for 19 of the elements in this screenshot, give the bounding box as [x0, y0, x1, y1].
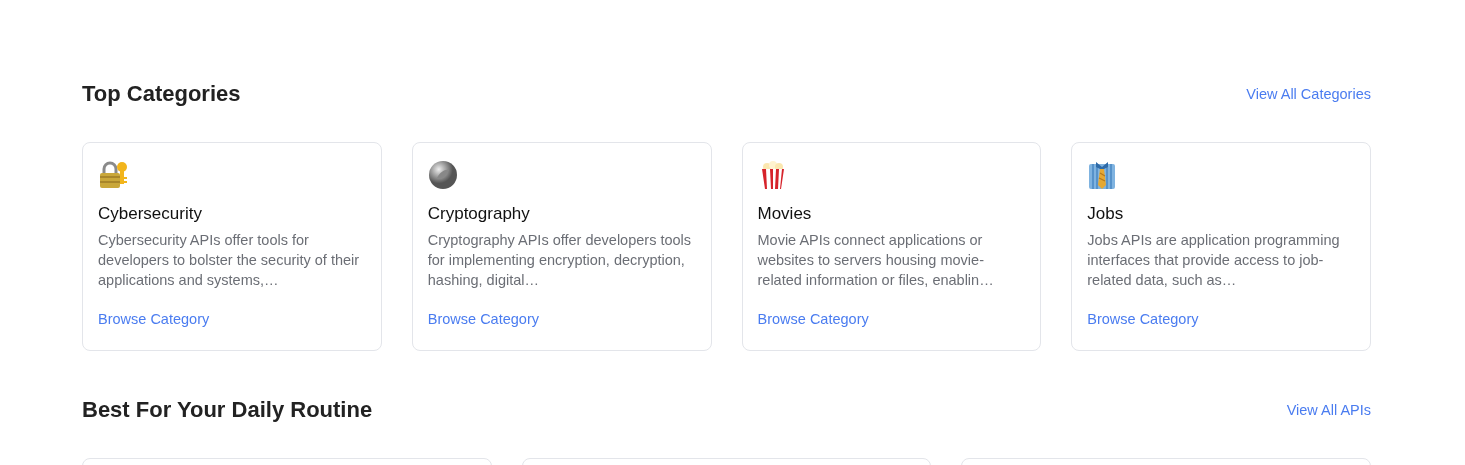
shirt-tie-icon [1087, 160, 1118, 190]
category-title: Movies [757, 204, 813, 224]
section-title: Best For Your Daily Routine [82, 397, 373, 423]
category-description: Cybersecurity APIs offer tools for developers to bolster the security of their applications and systems,… [98, 231, 361, 290]
section-title: Top Categories [82, 81, 241, 107]
category-description: Cryptography APIs offer developers tools for implementing encryption, decryption, hashing, digital… [427, 231, 693, 290]
view-all-link[interactable]: View All Categories [1246, 86, 1371, 102]
category-description: Jobs APIs are application programming interfaces that provide access to job-related data, such as… [1087, 231, 1341, 290]
category-title: Cybersecurity [98, 204, 203, 224]
coin-icon [427, 160, 458, 190]
browse-category-link[interactable]: Browse Category [98, 311, 210, 327]
browse-category-link[interactable]: Browse Category [1087, 311, 1199, 327]
category-description: Movie APIs connect applications or websites to servers housing movie-related information or files, enablin… [757, 231, 995, 290]
category-title: Cryptography [427, 204, 531, 224]
padlock-key-icon [98, 160, 128, 190]
view-all-link[interactable]: View All APIs [1286, 402, 1371, 418]
browse-category-link[interactable]: Browse Category [427, 311, 539, 327]
category-title: Jobs [1087, 204, 1125, 224]
browse-category-link[interactable]: Browse Category [757, 311, 869, 327]
